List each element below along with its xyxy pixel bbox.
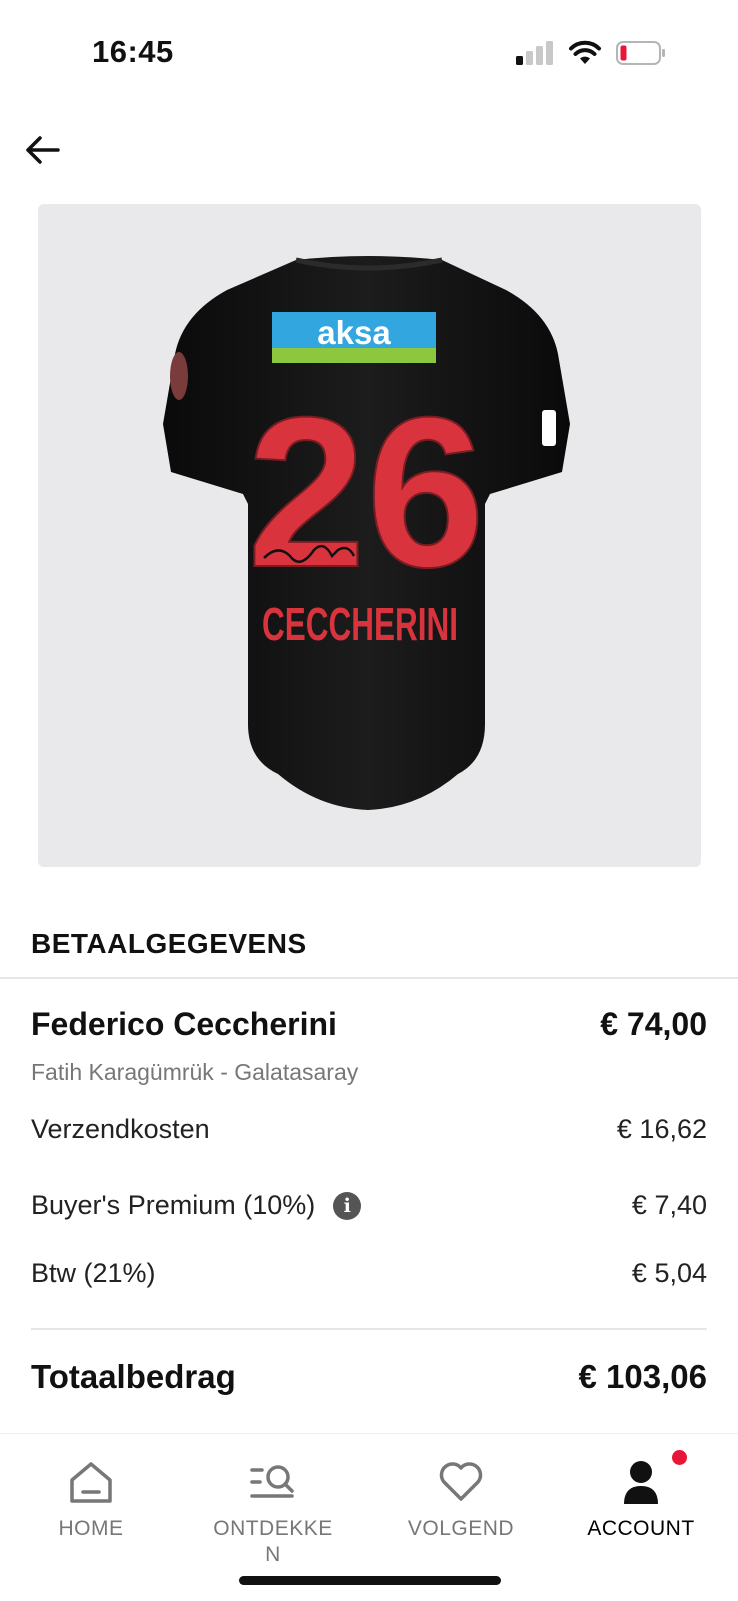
total-divider (31, 1328, 707, 1330)
user-icon (621, 1450, 687, 1506)
fee-value: € 16,62 (616, 1114, 707, 1144)
total-row: Totaalbedrag € 103,06 (31, 1358, 707, 1396)
total-label: Totaalbedrag (31, 1358, 236, 1395)
notification-dot (672, 1450, 687, 1465)
wifi-icon (569, 40, 601, 64)
discover-icon (250, 1458, 296, 1506)
item-price: € 74,00 (600, 1006, 707, 1042)
tab-label: ONTDEKKEN (213, 1517, 333, 1566)
fee-row-buyers-premium: Buyer's Premium (10%) i € 7,40 (31, 1190, 707, 1221)
tab-label: ACCOUNT (587, 1517, 695, 1540)
tab-label: HOME (58, 1517, 124, 1540)
tab-discover[interactable]: ONTDEKKEN (198, 1458, 348, 1568)
fee-label: Verzendkosten (31, 1114, 210, 1144)
tab-home[interactable]: HOME (16, 1458, 166, 1542)
product-image[interactable]: aksa 26 CECCHERINI (38, 204, 701, 867)
status-bar: 16:45 (0, 0, 738, 110)
cellular-signal-icon (516, 41, 553, 65)
fee-row-vat: Btw (21%) € 5,04 (31, 1258, 707, 1289)
item-name: Federico Ceccherini (31, 1006, 337, 1042)
back-button[interactable] (20, 128, 64, 172)
info-icon[interactable]: i (333, 1191, 362, 1220)
section-divider (0, 977, 738, 979)
total-value: € 103,06 (578, 1358, 707, 1395)
sleeve-logo (542, 410, 556, 446)
fee-label: Buyer's Premium (10%) (31, 1190, 316, 1220)
shirt-number: 26 (247, 373, 485, 612)
heart-icon (438, 1458, 484, 1506)
status-icons (516, 40, 666, 66)
fee-label-group: Buyer's Premium (10%) i (31, 1190, 362, 1221)
tab-following[interactable]: VOLGEND (386, 1458, 536, 1542)
jersey-illustration: aksa 26 CECCHERINI (163, 256, 570, 810)
home-icon (68, 1458, 114, 1506)
sponsor-logo: aksa (317, 314, 391, 351)
sleeve-badge (170, 352, 188, 400)
shirt-name: CECCHERINI (262, 598, 458, 650)
item-subtitle: Fatih Karagümrük - Galatasaray (31, 1059, 359, 1085)
arrow-left-icon (26, 136, 60, 164)
status-time: 16:45 (92, 34, 174, 69)
section-title: BETAALGEGEVENS (31, 928, 307, 959)
tab-account[interactable]: ACCOUNT (566, 1450, 716, 1542)
fee-value: € 5,04 (631, 1258, 707, 1288)
fee-label: Btw (21%) (31, 1258, 156, 1288)
battery-low-icon (616, 41, 665, 65)
item-row: Federico Ceccherini € 74,00 (31, 1006, 707, 1043)
fee-value: € 7,40 (631, 1190, 707, 1220)
fee-row-shipping: Verzendkosten € 16,62 (31, 1114, 707, 1145)
tab-label: VOLGEND (407, 1517, 515, 1540)
home-indicator[interactable] (239, 1576, 501, 1585)
